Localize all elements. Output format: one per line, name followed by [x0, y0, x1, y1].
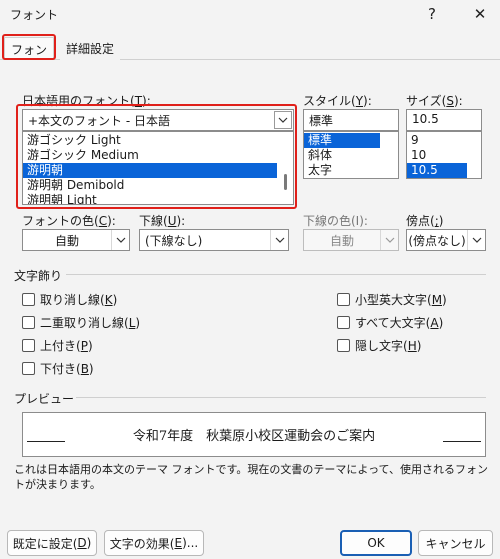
checkbox-label: 取り消し線(K) — [40, 293, 118, 307]
underline-color-value: 自動 — [329, 233, 354, 248]
underline-color-label: 下線の色(I): — [303, 214, 368, 228]
effects-divider — [66, 274, 486, 275]
size-input[interactable]: 10.5 — [406, 109, 482, 131]
font-color-dropdown[interactable]: 自動 — [22, 229, 130, 251]
jp-font-value: +本文のフォント - 日本語 — [28, 113, 171, 128]
style-item[interactable]: 太字 — [304, 163, 398, 178]
underline-label: 下線(U): — [139, 214, 186, 228]
cancel-button[interactable]: キャンセル — [418, 530, 493, 556]
jp-font-scroll-thumb[interactable] — [284, 174, 287, 190]
preview-heading: プレビュー — [14, 392, 75, 406]
hidden-checkbox[interactable]: 隠し文字(H) — [337, 337, 421, 354]
size-item[interactable]: 10 — [407, 148, 481, 163]
effects-heading: 文字飾り — [14, 269, 63, 283]
style-label: スタイル(Y): — [303, 94, 372, 108]
preview-box: 令和7年度 秋葉原小校区運動会のご案内 — [22, 412, 486, 457]
subscript-checkbox[interactable]: 下付き(B) — [22, 360, 94, 377]
checkbox-box[interactable] — [337, 316, 350, 329]
close-button[interactable]: ✕ — [466, 2, 494, 26]
emphasis-label: 傍点(;) — [406, 214, 444, 228]
jp-font-combobox[interactable]: +本文のフォント - 日本語 — [22, 109, 294, 131]
jp-font-item[interactable]: 游ゴシック Medium — [23, 148, 277, 163]
close-icon: ✕ — [473, 5, 487, 23]
emphasis-dropdown[interactable]: (傍点なし) — [406, 229, 486, 251]
emphasis-value: (傍点なし) — [408, 233, 466, 248]
small-caps-checkbox[interactable]: 小型英大文字(M) — [337, 291, 447, 308]
help-button[interactable]: ? — [418, 2, 446, 26]
checkbox-box[interactable] — [22, 293, 35, 306]
style-item-selected[interactable]: 標準 — [304, 133, 380, 148]
chevron-down-icon[interactable] — [274, 111, 292, 129]
chevron-down-icon — [111, 230, 129, 250]
checkbox-box[interactable] — [337, 339, 350, 352]
checkbox-label: 小型英大文字(M) — [355, 293, 447, 307]
chevron-down-icon — [467, 230, 485, 250]
set-as-default-button[interactable]: 既定に設定(D) — [7, 530, 97, 556]
jp-font-item-selected[interactable]: 游明朝 — [23, 163, 277, 178]
size-list[interactable]: 9 10 10.5 — [406, 131, 482, 179]
checkbox-label: すべて大文字(A) — [355, 316, 444, 330]
underline-value: (下線なし) — [145, 233, 203, 248]
style-item[interactable]: 斜体 — [304, 148, 398, 163]
style-list[interactable]: 標準 斜体 太字 — [303, 131, 399, 179]
checkbox-box[interactable] — [337, 293, 350, 306]
font-color-value: 自動 — [54, 233, 79, 248]
checkbox-label: 二重取り消し線(L) — [40, 316, 141, 330]
jp-font-list[interactable]: 游ゴシック Light 游ゴシック Medium 游明朝 游明朝 Demibol… — [22, 131, 294, 205]
font-color-label: フォントの色(C): — [22, 214, 116, 228]
strikethrough-checkbox[interactable]: 取り消し線(K) — [22, 291, 117, 308]
ok-button[interactable]: OK — [340, 530, 412, 556]
tab-advanced[interactable]: 詳細設定 — [60, 37, 120, 60]
checkbox-label: 上付き(P) — [40, 339, 93, 353]
jp-font-item[interactable]: 游ゴシック Light — [23, 133, 277, 148]
size-item-selected[interactable]: 10.5 — [407, 163, 467, 178]
tab-font[interactable]: フォント — [4, 37, 54, 74]
size-label: サイズ(S): — [406, 94, 463, 108]
chevron-down-icon — [270, 230, 288, 250]
help-icon: ? — [428, 5, 436, 23]
checkbox-label: 下付き(B) — [40, 362, 94, 376]
superscript-checkbox[interactable]: 上付き(P) — [22, 337, 93, 354]
preview-divider — [76, 397, 486, 398]
checkbox-box[interactable] — [22, 362, 35, 375]
jp-font-label: 日本語用のフォント(T): — [22, 94, 151, 108]
style-input[interactable]: 標準 — [303, 109, 399, 131]
chevron-down-icon — [380, 230, 398, 250]
jp-font-item[interactable]: 游明朝 Demibold — [23, 178, 277, 193]
checkbox-label: 隠し文字(H) — [355, 339, 422, 353]
double-strikethrough-checkbox[interactable]: 二重取り消し線(L) — [22, 314, 140, 331]
jp-font-item[interactable]: 游明朝 Light — [23, 193, 277, 204]
all-caps-checkbox[interactable]: すべて大文字(A) — [337, 314, 443, 331]
text-effects-button[interactable]: 文字の効果(E)... — [104, 530, 204, 556]
underline-dropdown[interactable]: (下線なし) — [139, 229, 289, 251]
checkbox-box[interactable] — [22, 316, 35, 329]
window-title: フォント — [10, 8, 59, 22]
checkbox-box[interactable] — [22, 339, 35, 352]
size-item[interactable]: 9 — [407, 133, 481, 148]
underline-color-dropdown: 自動 — [303, 229, 399, 251]
preview-description: これは日本語用の本文のテーマ フォントです。現在の文書のテーマによって、使用され… — [14, 463, 488, 491]
preview-sample-text: 令和7年度 秋葉原小校区運動会のご案内 — [132, 429, 376, 444]
